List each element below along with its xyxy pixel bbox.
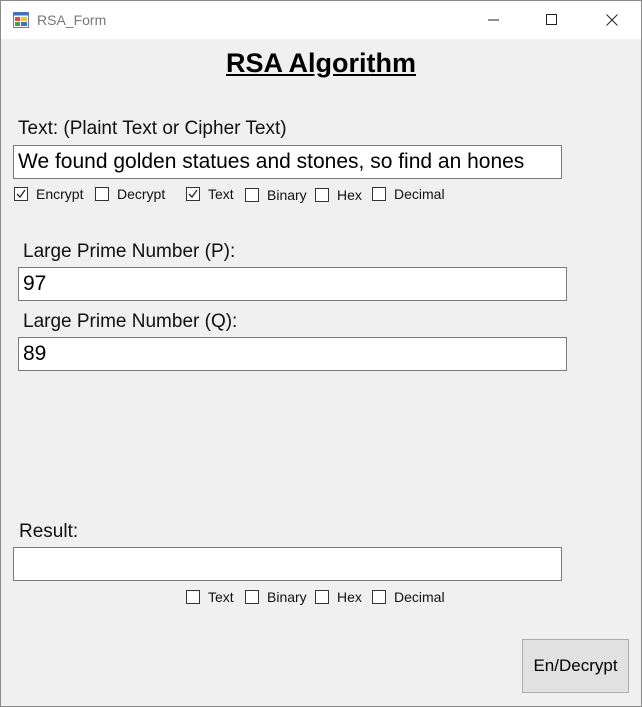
page-title: RSA Algorithm [226,48,416,78]
checkmark-icon [188,189,198,199]
decrypt-checkbox[interactable]: Decrypt [95,186,165,202]
minimize-button[interactable] [465,1,523,39]
close-icon [606,14,618,26]
checkbox-box [186,187,200,201]
checkbox-label: Hex [337,589,362,605]
result-field[interactable] [13,547,562,581]
checkbox-label: Decimal [394,186,445,202]
close-button[interactable] [583,1,641,39]
en-decrypt-button[interactable]: En/Decrypt [522,639,629,693]
rsa-form-window: RSA_Form RSA Algorithm Text: (Plaint Tex… [0,0,642,707]
checkbox-label: Text [208,589,234,605]
checkbox-label: Hex [337,187,362,203]
window-title: RSA_Form [37,12,107,28]
maximize-button[interactable] [523,1,581,39]
checkbox-label: Encrypt [36,186,84,202]
prime-q-field[interactable]: 89 [18,337,567,371]
title-bar[interactable]: RSA_Form [1,1,641,39]
form-icon [13,12,29,28]
checkbox-box [245,188,259,202]
checkbox-box [315,590,329,604]
result-decimal-format-checkbox[interactable]: Decimal [372,589,445,605]
input-text-field[interactable]: We found golden statues and stones, so f… [13,145,562,179]
checkbox-label: Text [208,186,234,202]
result-label: Result: [19,521,79,542]
checkbox-box [95,187,109,201]
input-hex-format-checkbox[interactable]: Hex [315,187,362,203]
checkbox-label: Decimal [394,589,445,605]
checkbox-label: Decrypt [117,186,166,202]
input-binary-format-checkbox[interactable]: Binary [245,187,307,203]
input-text-format-checkbox[interactable]: Text [186,186,234,202]
checkbox-box [315,188,329,202]
result-binary-format-checkbox[interactable]: Binary [245,589,307,605]
minimize-icon [488,19,499,21]
result-text-format-checkbox[interactable]: Text [186,589,234,605]
checkmark-icon [16,189,26,199]
result-hex-format-checkbox[interactable]: Hex [315,589,362,605]
prime-p-field[interactable]: 97 [18,267,567,301]
checkbox-label: Binary [267,589,307,605]
encrypt-checkbox[interactable]: Encrypt [14,186,83,202]
prime-q-label: Large Prime Number (Q): [23,311,238,332]
checkbox-box [372,187,386,201]
input-text-label: Text: (Plaint Text or Cipher Text) [18,118,287,139]
maximize-icon [546,14,557,25]
checkbox-box [372,590,386,604]
checkbox-label: Binary [267,187,307,203]
prime-p-label: Large Prime Number (P): [23,241,236,262]
checkbox-box [186,590,200,604]
checkbox-box [245,590,259,604]
input-decimal-format-checkbox[interactable]: Decimal [372,186,445,202]
checkbox-box [14,187,28,201]
